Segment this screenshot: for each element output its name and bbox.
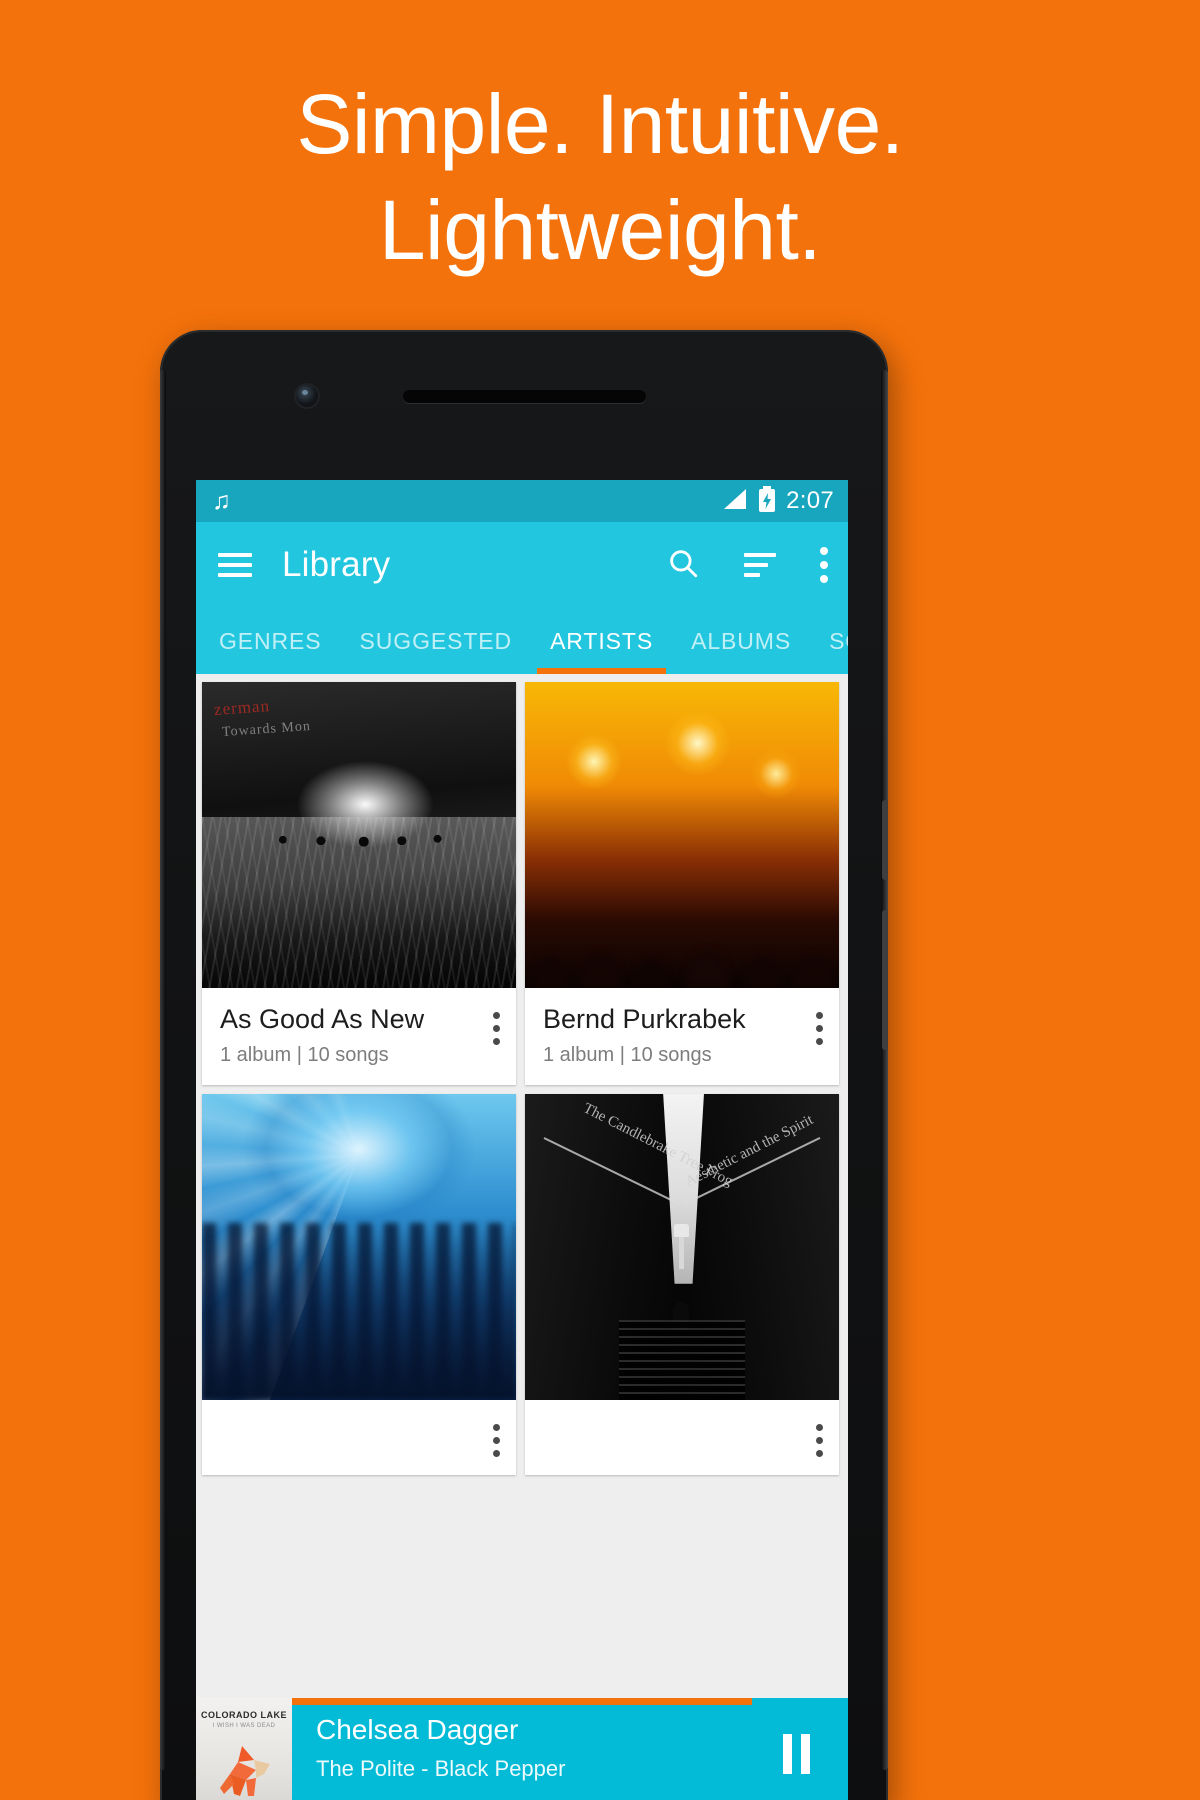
artist-overflow-menu-icon[interactable] [493, 1416, 500, 1457]
library-tab-bar: GENRES SUGGESTED ARTISTS ALBUMS SONGS [196, 608, 848, 674]
now-playing-album-art: COLORADO LAKE I WISH I WAS DEAD [196, 1698, 292, 1800]
signal-bars-icon [722, 487, 748, 516]
sort-icon[interactable] [744, 553, 776, 577]
tab-songs[interactable]: SONGS [810, 608, 848, 674]
page-title: Library [282, 545, 391, 584]
artist-card[interactable]: zerman Towards Mon As Good As New 1 albu… [202, 682, 516, 1085]
phone-screen: ♫ 2:07 Library GENRES SUGGESTED ARTISTS … [196, 480, 848, 1800]
artist-card-body: As Good As New 1 album | 10 songs [202, 988, 516, 1085]
phone-power-button[interactable] [882, 800, 888, 880]
artist-card-texts [220, 1416, 487, 1425]
artist-card[interactable]: The Candlebrake Tree Frog Aesthetic and … [525, 1094, 839, 1475]
artwork-text-primary: zerman [213, 696, 271, 719]
now-playing-texts: Chelsea Dagger The Polite - Black Pepper [292, 1698, 744, 1800]
now-playing-bar[interactable]: COLORADO LAKE I WISH I WAS DEAD Chelsea … [196, 1698, 848, 1800]
now-playing-track-subtitle: The Polite - Black Pepper [316, 1756, 566, 1781]
artist-meta: 1 album | 10 songs [220, 1044, 389, 1066]
phone-earpiece-speaker [403, 390, 646, 403]
artwork-street-lamp [673, 1223, 689, 1269]
artist-card-texts: Bernd Purkrabek 1 album | 10 songs [543, 1004, 810, 1067]
tab-genres[interactable]: GENRES [200, 608, 341, 674]
album-art-subtitle: I WISH I WAS DEAD [212, 1723, 276, 1729]
promo-headline: Simple. Intuitive. Lightweight. [296, 77, 904, 277]
artist-meta: 1 album | 10 songs [543, 1044, 712, 1066]
music-note-icon: ♫ [212, 486, 231, 515]
hamburger-menu-icon[interactable] [218, 553, 252, 577]
artist-name: As Good As New [220, 1004, 425, 1034]
artist-overflow-menu-icon[interactable] [493, 1004, 500, 1045]
phone-volume-button[interactable] [882, 910, 888, 1050]
status-bar-clock: 2:07 [786, 487, 834, 514]
artwork-text-secondary: Towards Mon [221, 718, 312, 741]
app-toolbar: Library [196, 522, 848, 608]
artist-card-texts [543, 1416, 810, 1425]
artist-card[interactable]: Bernd Purkrabek 1 album | 10 songs [525, 682, 839, 1085]
origami-fox-icon [220, 1746, 270, 1796]
phone-right-edge [881, 370, 888, 1770]
artist-card-body: Bernd Purkrabek 1 album | 10 songs [525, 988, 839, 1085]
artist-overflow-menu-icon[interactable] [816, 1004, 823, 1045]
phone-device-frame: ♫ 2:07 Library GENRES SUGGESTED ARTISTS … [160, 330, 888, 1800]
search-icon[interactable] [666, 546, 700, 585]
artists-grid-content: zerman Towards Mon As Good As New 1 albu… [196, 674, 848, 1800]
tab-albums[interactable]: ALBUMS [672, 608, 810, 674]
status-bar-right-group: 2:07 [722, 485, 834, 517]
phone-left-edge [160, 370, 166, 1770]
artist-card-texts: As Good As New 1 album | 10 songs [220, 1004, 487, 1067]
artist-card-body [202, 1400, 516, 1475]
playback-progress-bar[interactable] [292, 1698, 752, 1705]
artist-card-body [525, 1400, 839, 1475]
playback-toggle-button[interactable] [744, 1698, 848, 1800]
artist-artwork-image [202, 1094, 516, 1400]
status-bar: ♫ 2:07 [196, 480, 848, 522]
overflow-menu-icon[interactable] [820, 547, 828, 583]
now-playing-track-title: Chelsea Dagger [316, 1714, 519, 1745]
artist-card[interactable] [202, 1094, 516, 1475]
artist-overflow-menu-icon[interactable] [816, 1416, 823, 1457]
tab-suggested[interactable]: SUGGESTED [341, 608, 532, 674]
artist-name: Bernd Purkrabek [543, 1004, 746, 1034]
phone-front-camera [296, 385, 318, 407]
tab-artists[interactable]: ARTISTS [531, 608, 672, 674]
album-art-title: COLORADO LAKE [201, 1710, 287, 1720]
pause-icon [782, 1734, 810, 1774]
artist-artwork-image [525, 682, 839, 988]
artist-artwork-image: The Candlebrake Tree Frog Aesthetic and … [525, 1094, 839, 1400]
artwork-stairs [619, 1320, 745, 1400]
toolbar-actions [666, 546, 828, 585]
artists-grid: zerman Towards Mon As Good As New 1 albu… [202, 682, 842, 1475]
artist-artwork-image: zerman Towards Mon [202, 682, 516, 988]
battery-charging-icon [758, 485, 776, 517]
